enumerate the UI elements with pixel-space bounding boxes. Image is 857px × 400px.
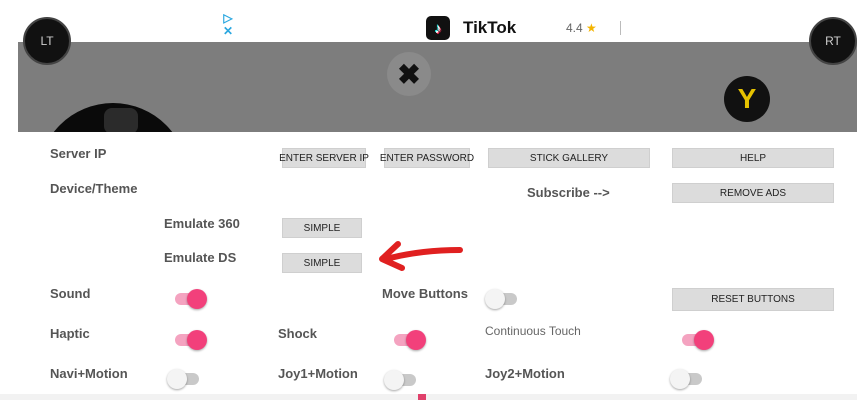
enter-server-ip-button[interactable]: ENTER SERVER IP [279, 148, 369, 168]
continuous-touch-label: Continuous Touch [485, 324, 581, 338]
y-button[interactable]: Y [724, 76, 770, 122]
haptic-label: Haptic [50, 326, 90, 341]
navi-motion-label: Navi+Motion [50, 366, 128, 381]
joy2-motion-label: Joy2+Motion [485, 366, 565, 381]
enter-password-button[interactable]: ENTER PASSWORD [380, 148, 474, 168]
emulate-360-label: Emulate 360 [164, 216, 240, 231]
annotation-arrow-icon [379, 241, 463, 271]
lt-button[interactable]: LT [23, 17, 71, 65]
rt-button[interactable]: RT [809, 17, 857, 65]
joy1-motion-toggle[interactable] [384, 370, 420, 390]
remove-ads-button[interactable]: REMOVE ADS [672, 183, 834, 203]
stick-gallery-button[interactable]: STICK GALLERY [488, 148, 650, 168]
star-icon: ★ [586, 21, 597, 35]
x-button[interactable]: ✖ [387, 52, 431, 96]
emulate-ds-label: Emulate DS [164, 250, 237, 265]
emulate-ds-mode-button[interactable]: SIMPLE [282, 253, 362, 273]
sound-toggle[interactable] [171, 289, 207, 309]
shock-label: Shock [278, 326, 318, 341]
reset-buttons-button[interactable]: RESET BUTTONS [672, 288, 834, 311]
subscribe-label: Subscribe --> [527, 185, 610, 200]
shock-toggle[interactable] [390, 330, 426, 350]
joy1-motion-label: Joy1+Motion [278, 366, 358, 381]
ad-rating: 4.4 ★ [566, 21, 597, 35]
move-buttons-label: Move Buttons [382, 286, 468, 301]
ad-app-name[interactable]: TikTok [463, 18, 516, 38]
continuous-touch-toggle[interactable] [678, 330, 714, 350]
joy2-motion-toggle[interactable] [670, 369, 706, 389]
thumbstick-cap [104, 108, 138, 134]
device-theme-label: Device/Theme [50, 181, 138, 196]
arrow-shaft [387, 247, 463, 261]
ad-close-icon[interactable]: ✕ [221, 25, 235, 38]
sound-label: Sound [50, 286, 91, 301]
bottom-marker [418, 394, 426, 400]
help-button[interactable]: HELP [672, 148, 834, 168]
haptic-toggle[interactable] [171, 330, 207, 350]
server-ip-label: Server IP [50, 146, 107, 161]
tiktok-logo-icon: ♪ [426, 16, 450, 40]
ad-choices-icon[interactable]: ▷ ✕ [221, 12, 235, 40]
bottom-edge [0, 394, 857, 400]
navi-motion-toggle[interactable] [167, 369, 203, 389]
move-buttons-toggle[interactable] [485, 289, 521, 309]
ad-divider [620, 21, 621, 35]
emulate-360-mode-button[interactable]: SIMPLE [282, 218, 362, 238]
